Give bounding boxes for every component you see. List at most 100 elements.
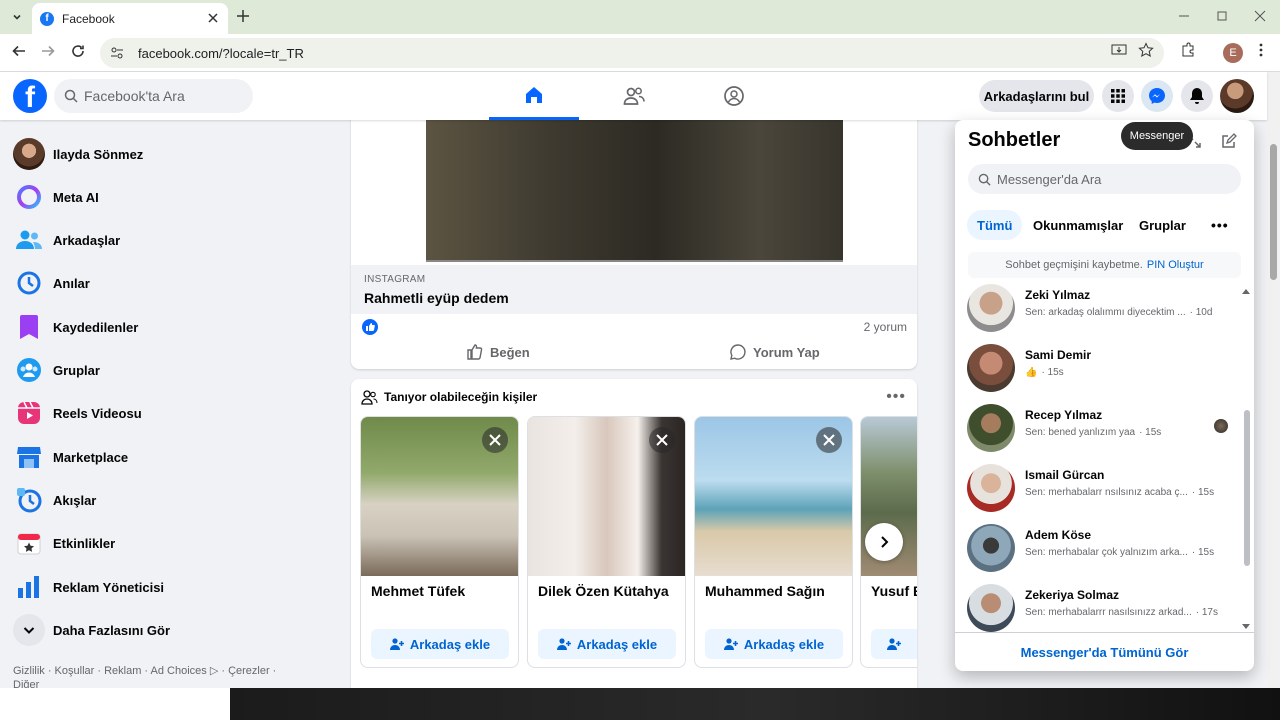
see-all-in-messenger-link[interactable]: Messenger'da Tümünü Gör [955,632,1254,671]
comment-icon [730,344,746,360]
comment-count[interactable]: 2 yorum [864,320,907,334]
people-you-may-know-card: Tanıyor olabileceğin kişiler ••• Mehmet … [351,379,917,699]
extensions-icon[interactable] [1180,42,1196,58]
new-message-icon[interactable] [1221,133,1237,149]
groups-icon [13,354,45,386]
find-friends-button[interactable]: Arkadaşlarını bul [979,80,1094,112]
sidebar-item-friends[interactable]: Arkadaşlar [8,220,328,260]
sidebar-item-see-more[interactable]: Daha Fazlasını Gör [8,610,328,650]
conversation-scrollbar[interactable] [1244,410,1250,566]
add-friend-button[interactable] [871,629,917,659]
person-name[interactable]: Muhammed Sağın [705,583,825,599]
filter-groups[interactable]: Gruplar [1129,210,1196,240]
add-friend-button[interactable]: Arkadaş ekle [538,629,676,659]
messenger-search-input[interactable] [997,171,1197,187]
feeds-icon [13,484,45,516]
comment-button[interactable]: Yorum Yap [729,338,820,366]
link-preview[interactable]: INSTAGRAM Rahmetli eyüp dedem [351,265,917,314]
scroll-down-icon[interactable] [1242,624,1250,630]
messenger-button[interactable] [1141,80,1173,112]
scroll-up-icon[interactable] [1242,288,1250,294]
filter-unread[interactable]: Okunmamışlar [1023,210,1133,240]
browser-profile-avatar[interactable]: E [1223,43,1243,63]
sidebar-item-memories[interactable]: Anılar [8,263,328,303]
conversation-item[interactable]: Recep Yılmaz Sen: bened yanlızım yaa · 15… [967,400,1237,456]
person-card[interactable]: Mehmet Tüfek Arkadaş ekle [360,416,519,668]
facebook-logo-icon[interactable]: f [13,79,47,113]
chevron-right-icon [881,536,889,548]
conversation-preview: Sen: merhabalarr nsılsınız acaba ç... · 1… [1025,487,1215,498]
add-friend-button[interactable]: Arkadaş ekle [705,629,843,659]
sidebar-item-profile[interactable]: Ilayda Sönmez [8,134,328,174]
like-reaction-icon[interactable] [362,319,378,335]
more-filters-icon[interactable]: ••• [1201,210,1239,240]
conversation-preview: 👍 · 15s [1025,367,1064,378]
search-input[interactable] [84,88,234,104]
site-info-icon[interactable] [110,46,124,60]
messenger-search[interactable] [968,164,1241,194]
page-scrollbar-thumb[interactable] [1270,144,1277,280]
close-icon[interactable] [482,427,508,453]
link-title: Rahmetli eyüp dedem [364,290,509,306]
next-button[interactable] [865,523,903,561]
sidebar-item-feeds[interactable]: Akışlar [8,480,328,520]
sidebar-item-ads-manager[interactable]: Reklam Yöneticisi [8,567,328,607]
add-friend-button[interactable]: Arkadaş ekle [371,629,509,659]
notifications-button[interactable] [1181,80,1213,112]
create-pin-link[interactable]: PIN Oluştur [1147,259,1204,271]
close-window-icon[interactable] [1254,10,1266,22]
forward-icon[interactable] [41,44,55,58]
reload-icon[interactable] [71,44,85,58]
search-icon [978,173,991,186]
sidebar-item-marketplace[interactable]: Marketplace [8,437,328,477]
browser-menu-icon[interactable] [1258,42,1264,58]
person-name[interactable]: Yusuf B [871,583,917,599]
sidebar-item-events[interactable]: Etkinlikler [8,523,328,563]
home-icon [526,86,542,103]
more-options-icon[interactable]: ••• [886,388,906,406]
sidebar-item-groups[interactable]: Gruplar [8,350,328,390]
restore-icon[interactable] [1216,10,1228,22]
account-avatar[interactable] [1220,79,1254,113]
tab-list-button[interactable] [6,6,28,28]
page-scrollbar[interactable] [1267,72,1280,690]
nav-tab-home[interactable] [489,72,579,120]
sidebar-item-saved[interactable]: Kaydedilenler [8,307,328,347]
back-icon[interactable] [12,44,26,58]
minimize-icon[interactable] [1178,10,1190,22]
close-icon[interactable] [206,11,220,25]
bookmark-star-icon[interactable] [1138,42,1154,58]
conversation-item[interactable]: Zekeriya Solmaz Sen: merhabalarrr nasıls… [967,580,1237,636]
chevron-down-icon [13,14,21,20]
sidebar-item-meta-ai[interactable]: Meta AI [8,177,328,217]
person-card[interactable]: Dilek Özen Kütahya Arkadaş ekle [527,416,686,668]
facebook-search[interactable] [54,79,253,113]
nav-tab-groups[interactable] [689,72,779,120]
person-name[interactable]: Dilek Özen Kütahya [538,583,669,599]
post-image[interactable] [426,120,843,262]
sidebar-item-reels[interactable]: Reels Videosu [8,393,328,433]
conversation-item[interactable]: Ismail Gürcan Sen: merhabalarr nsılsınız… [967,460,1237,516]
conversation-item[interactable]: Adem Köse Sen: merhabalar çok yalnızım a… [967,520,1237,576]
meta-ai-icon [13,181,45,213]
person-name[interactable]: Mehmet Tüfek [371,583,465,599]
sidebar-item-label: Meta AI [53,189,99,205]
filter-all[interactable]: Tümü [967,210,1023,240]
new-tab-icon[interactable] [236,9,250,23]
section-title: Tanıyor olabileceğin kişiler [384,390,538,404]
conversation-item[interactable]: Zeki Yılmaz Sen: arkadaş olalımmı diyece… [967,280,1237,336]
add-friend-icon [887,638,901,650]
address-bar[interactable]: facebook.com/?locale=tr_TR [100,38,1164,68]
menu-button[interactable] [1102,80,1134,112]
install-app-icon[interactable] [1111,42,1127,58]
people-icon [361,390,378,405]
like-button[interactable]: Beğen [466,338,530,366]
conversation-item[interactable]: Sami Demir 👍 · 15s [967,340,1237,396]
conversation-name: Zeki Yılmaz [1025,288,1091,302]
close-icon[interactable] [649,427,675,453]
nav-tab-friends[interactable] [589,72,679,120]
browser-tab[interactable]: f Facebook [32,3,228,34]
person-card[interactable]: Muhammed Sağın Arkadaş ekle [694,416,853,668]
close-icon[interactable] [816,427,842,453]
messenger-panel: Sohbetler Messenger Tümü Okunmamışlar Gr… [955,120,1254,671]
